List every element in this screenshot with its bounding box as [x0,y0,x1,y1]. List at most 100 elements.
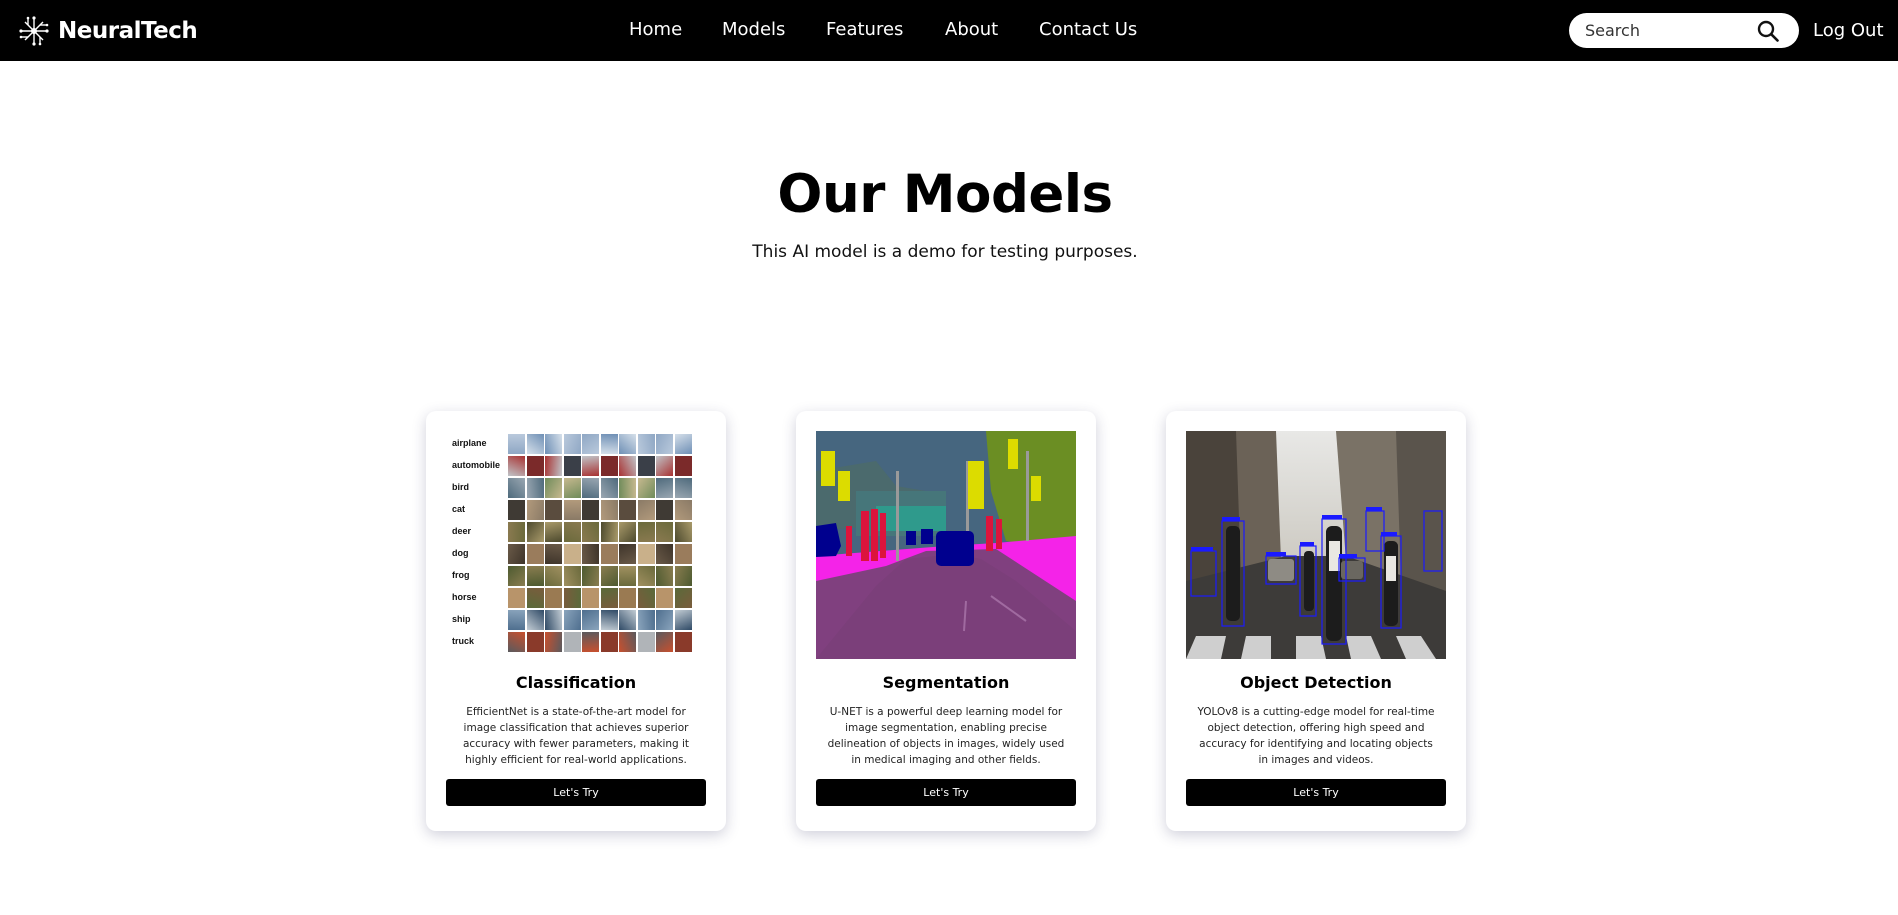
thumbnail-image [582,500,599,520]
thumbnail-image [674,434,692,454]
thumbnail-image [619,610,636,630]
thumbnail-image [508,500,525,520]
thumbnail-image [637,632,655,652]
lets-try-object-detection-button[interactable]: Let's Try [1186,779,1446,806]
page-subtitle: This AI model is a demo for testing purp… [752,242,1138,262]
thumbnail-image [619,588,636,608]
nav-link-features[interactable]: Features [826,19,903,40]
class-label-list: airplane automobile bird cat deer dog fr… [452,433,504,653]
thumbnail-image [656,456,673,476]
nav-link-about[interactable]: About [945,19,998,40]
thumbnail-image [600,522,618,542]
thumbnail-image [656,544,673,564]
thumbnail-image [656,434,673,454]
thumbnail-image [508,632,525,652]
thumbnail-image [674,566,692,586]
thumbnail-image [526,610,544,630]
nav-link-models[interactable]: Models [722,19,785,40]
thumbnail-image [637,544,655,564]
thumbnail-image [600,478,618,498]
thumbnail-image [656,632,673,652]
lets-try-segmentation-button[interactable]: Let's Try [816,779,1076,806]
thumbnail-image [526,566,544,586]
thumbnail-image [582,434,599,454]
thumbnail-image [619,434,636,454]
class-label: frog [452,570,470,580]
thumbnail-image [674,500,692,520]
object-detection-street-image [1186,431,1446,659]
thumbnail-image [619,544,636,564]
thumbnail-image [563,500,581,520]
model-card-object-detection: Object Detection YOLOv8 is a cutting-edg… [1166,411,1466,831]
thumbnail-image [508,544,525,564]
classification-sample-grid-image: airplane automobile bird cat deer dog fr… [446,431,706,659]
logout-link[interactable]: Log Out [1813,20,1884,41]
thumbnail-image [637,478,655,498]
thumbnail-image [619,478,636,498]
thumbnail-image [545,456,562,476]
card-title: Segmentation [882,673,1010,692]
thumbnail-image [508,588,525,608]
thumbnail-image [582,522,599,542]
class-label: cat [452,504,466,514]
thumbnail-image [637,610,655,630]
thumbnail-image [545,478,562,498]
thumbnail-image [637,500,655,520]
thumbnail-image [508,478,525,498]
thumbnail-image [619,456,636,476]
thumbnail-image [563,588,581,608]
thumbnail-image [674,456,692,476]
thumbnail-image [545,522,562,542]
nav-link-contact-us[interactable]: Contact Us [1039,19,1137,40]
search-icon[interactable] [1756,19,1780,43]
thumbnail-image [526,632,544,652]
class-label: airplane [452,438,487,448]
thumbnail-image [674,544,692,564]
thumbnail-image [545,588,562,608]
nav-link-home[interactable]: Home [629,19,682,40]
class-label: ship [452,614,471,624]
card-description: YOLOv8 is a cutting-edge model for real-… [1197,706,1435,766]
class-label: truck [452,636,475,646]
thumbnail-image [563,566,581,586]
thumbnail-image [582,478,599,498]
thumbnail-image [582,632,599,652]
page-title: Our Models [777,164,1113,225]
class-label: deer [452,526,472,536]
thumbnail-image [526,456,544,476]
thumbnail-image [563,478,581,498]
lets-try-classification-button[interactable]: Let's Try [446,779,706,806]
thumbnail-image [656,610,673,630]
thumbnail-image [526,588,544,608]
thumbnail-image [674,522,692,542]
thumbnail-image [656,522,673,542]
thumbnail-image [508,610,525,630]
card-title: Object Detection [1240,673,1392,692]
thumbnail-image [508,522,525,542]
model-card-segmentation: Segmentation U-NET is a powerful deep le… [796,411,1096,831]
thumbnail-image [582,456,599,476]
thumbnail-image [545,632,562,652]
thumbnail-image [674,610,692,630]
thumbnail-image [582,610,599,630]
thumbnail-image [637,566,655,586]
thumbnail-image [637,456,655,476]
thumbnail-image [508,456,525,476]
search-input[interactable] [1585,13,1755,48]
thumbnail-image [582,588,599,608]
thumbnail-image [508,566,525,586]
thumbnail-image [637,588,655,608]
thumbnail-image [526,500,544,520]
thumbnail-image [563,544,581,564]
thumbnail-image [600,500,618,520]
thumbnail-image [545,544,562,564]
thumbnail-image [600,610,618,630]
thumbnail-image [619,500,636,520]
thumbnail-image [526,522,544,542]
thumbnail-image [656,500,673,520]
thumbnail-image [600,434,618,454]
thumbnail-image [600,566,618,586]
thumbnail-image [600,632,618,652]
thumbnail-image [582,566,599,586]
class-label: bird [452,482,469,492]
